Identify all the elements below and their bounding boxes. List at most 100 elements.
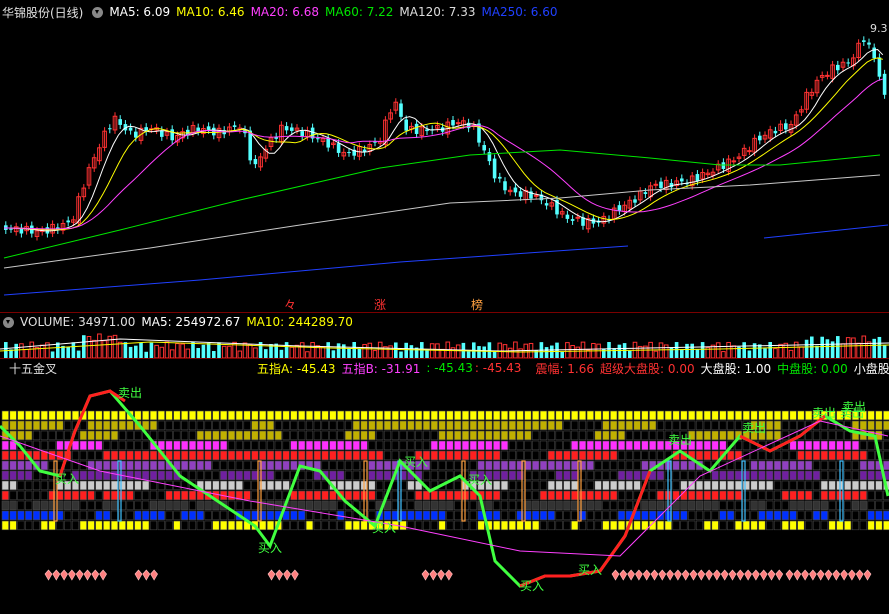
indicator-cell [734,420,743,431]
indicator-cell [766,520,774,531]
candle-down [617,205,622,211]
volume-bar [715,342,721,359]
indicator-cell [508,460,516,471]
indicator-cell [329,420,337,431]
indicator-cell [610,440,618,451]
indicator-cell [391,430,399,441]
indicator-cell [376,420,384,431]
indicator-cell [87,440,95,451]
diamond-icon [150,569,158,581]
indicator-cell [40,430,48,441]
indicator-cell [212,410,220,421]
volume-bar [139,342,143,358]
indicator-cell [157,410,165,421]
indicator-cell [524,430,532,441]
indicator-cell [727,470,735,481]
volume-bar [388,345,393,359]
indicator-cell [227,520,236,531]
indicator-cell [415,420,423,431]
candle-down [544,203,549,206]
indicator-cell [243,450,251,461]
indicator-cell [508,430,516,441]
indicator-cell [298,510,306,521]
indicator-cell [500,500,509,511]
indicator-cell [220,510,228,521]
indicator-cell [399,440,407,451]
indicator-cell [836,430,844,441]
volume-bar [513,341,518,359]
indicator-cell [532,450,540,461]
indicator-cell [165,430,173,441]
price-chart[interactable] [0,20,889,310]
indicator-cell [656,470,665,481]
indicator-cell [95,510,103,521]
indicator-cell [360,440,368,451]
indicator-cell [493,440,501,451]
indicator-cell [181,520,189,531]
volume-menu-icon[interactable] [3,316,14,328]
indicator-cell [40,510,48,521]
indicator-cell [672,520,680,531]
indicator-cell [25,430,33,441]
diamond-icon [60,569,68,581]
indicator-cell [149,420,158,431]
indicator-cell [321,430,329,441]
volume-chart[interactable] [0,329,889,359]
diamond-icon [283,569,291,581]
indicator-cell [259,510,267,521]
indicator-cell [610,430,618,441]
indicator-cell [859,490,867,501]
diamond-icon [705,569,713,581]
indicator-name[interactable]: 十五金叉 [9,360,57,377]
indicator-cell [547,470,555,481]
indicator-cell [773,470,782,481]
indicator-cell [274,410,282,421]
indicator-cell [711,430,719,441]
indicator-cell [422,470,431,481]
diamond-icon [52,569,61,581]
indicator-cell [188,510,197,521]
indicator-cell [610,480,618,491]
indicator-cell [368,450,376,461]
indicator-cell [766,460,774,471]
indicator-cell [578,450,587,461]
main-legend: 华锦股份(日线) MA5: 6.09 MA10: 6.46 MA20: 6.68… [0,3,564,21]
indicator-cell [376,450,384,461]
indicator-cell [539,430,548,441]
volume-bar [482,346,486,358]
indicator-cell [547,440,555,451]
indicator-cell [571,460,579,471]
indicator-cell [875,480,883,491]
indicator-cell [454,410,462,421]
indicator-chart[interactable]: 卖出买入卖出买入买入买入买入卖出卖出卖出买入买入卖出 [0,376,889,614]
indicator-cell [298,440,306,451]
indicator-cell [64,490,72,501]
indicator-cell [282,420,290,431]
indicator-cell [508,480,516,491]
indicator-cell [430,520,438,531]
volume-bar [409,345,414,358]
diamond-icon [689,569,698,581]
indicator-cell [578,430,587,441]
volume-legend: VOLUME: 34971.00 MA5: 254972.67 MA10: 24… [0,313,359,331]
indicator-cell [274,430,282,441]
indicator-cell [79,450,87,461]
indicator-cell [17,500,25,511]
indicator-cell [227,420,236,431]
indicator-cell [610,460,618,471]
volume-bar [607,342,611,358]
indicator-cell [383,430,392,441]
indicator-cell [329,470,337,481]
indicator-cell [134,460,142,471]
indicator-cell [688,470,696,481]
indicator-cell [56,430,64,441]
indicator-cell [95,460,103,471]
indicator-cell [812,500,821,511]
indicator-cell [508,470,516,481]
candle-down [451,120,455,126]
volume-bar [685,343,689,358]
indicator-cell [126,500,134,511]
panel-menu-icon[interactable] [92,6,104,18]
indicator-cell [235,410,243,421]
indicator-cell [95,490,103,501]
